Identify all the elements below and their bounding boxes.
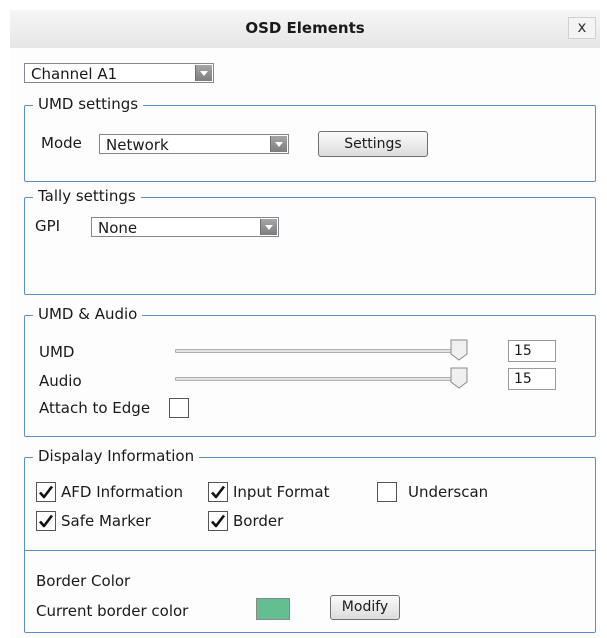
attach-to-edge-label: Attach to Edge [39, 399, 151, 417]
gpi-label: GPI [35, 217, 61, 235]
input-format-label: Input Format [233, 483, 330, 501]
checkmark-icon [39, 514, 54, 528]
umd-slider-track [175, 349, 460, 353]
mode-select[interactable]: Network [99, 134, 289, 154]
attach-to-edge-checkbox[interactable] [169, 398, 189, 418]
checkmark-icon [211, 514, 226, 528]
display-information-legend: Dispalay Information [33, 447, 200, 465]
input-format-checkbox[interactable] [208, 482, 228, 502]
modify-button[interactable]: Modify [330, 595, 400, 620]
chevron-down-icon [195, 65, 212, 81]
chevron-down-icon [270, 136, 287, 152]
close-button[interactable]: x [568, 17, 596, 39]
umd-label: UMD [39, 343, 75, 361]
chevron-down-icon [260, 219, 277, 235]
gpi-select[interactable]: None [91, 217, 279, 237]
safe-marker-checkbox[interactable] [36, 511, 56, 531]
umd-audio-legend: UMD & Audio [33, 305, 143, 323]
checkmark-icon [39, 485, 54, 499]
section-divider [25, 550, 595, 551]
checkmark-icon [211, 485, 226, 499]
channel-select-value: Channel A1 [31, 65, 118, 83]
underscan-checkbox[interactable] [377, 482, 397, 502]
safe-marker-label: Safe Marker [61, 512, 151, 530]
osd-panel: Channel A1 UMD settings Mode Network Set… [10, 48, 600, 638]
tally-settings-legend: Tally settings [33, 187, 141, 205]
audio-label: Audio [39, 372, 82, 390]
audio-value-field[interactable]: 15 [508, 368, 556, 390]
umd-settings-legend: UMD settings [33, 95, 144, 113]
title-bar: OSD Elements x [10, 10, 600, 48]
border-color-swatch [256, 598, 290, 620]
border-checkbox[interactable] [208, 511, 228, 531]
gpi-select-value: None [98, 219, 138, 237]
umd-audio-group: UMD & Audio UMD 15 Audio 15 Attach to Ed… [24, 305, 596, 437]
mode-label: Mode [41, 134, 82, 152]
afd-information-label: AFD Information [61, 483, 184, 501]
channel-select[interactable]: Channel A1 [24, 63, 214, 83]
border-color-heading: Border Color [36, 572, 131, 590]
border-label: Border [233, 512, 284, 530]
umd-value-field[interactable]: 15 [508, 340, 556, 362]
umd-slider-thumb[interactable] [450, 339, 468, 361]
tally-settings-group: Tally settings GPI None [24, 187, 596, 295]
audio-slider-track [175, 377, 460, 381]
underscan-label: Underscan [408, 483, 489, 501]
settings-button[interactable]: Settings [318, 131, 428, 157]
audio-slider-thumb[interactable] [450, 367, 468, 389]
window-title: OSD Elements [245, 19, 365, 37]
umd-settings-group: UMD settings Mode Network Settings [24, 95, 596, 182]
mode-select-value: Network [106, 136, 169, 154]
afd-information-checkbox[interactable] [36, 482, 56, 502]
current-border-color-label: Current border color [36, 602, 189, 620]
display-information-group: Dispalay Information AFD Information Inp… [24, 447, 596, 633]
